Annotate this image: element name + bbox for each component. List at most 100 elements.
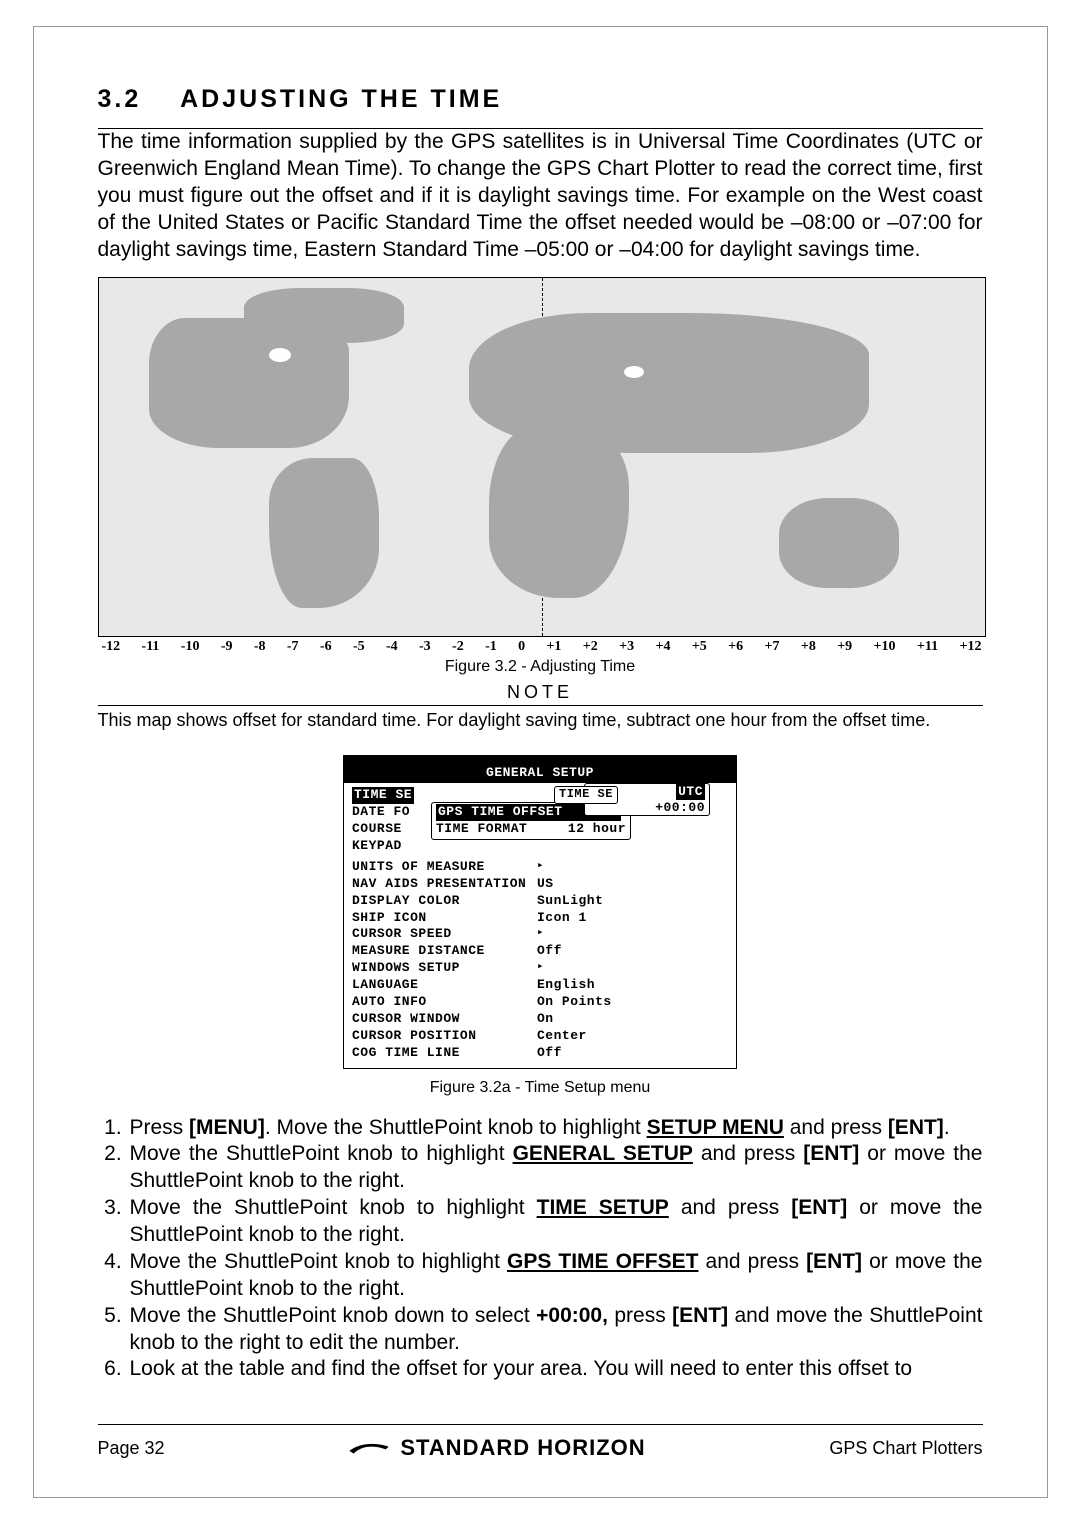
section-title: ADJUSTING THE TIME	[180, 85, 502, 113]
footer-rule	[98, 1424, 983, 1425]
axis-label: -9	[221, 639, 233, 655]
menu-row: UNITS OF MEASURE▸	[352, 859, 728, 876]
menu-key: COG TIME LINE	[352, 1045, 537, 1062]
menu-value: ▸	[537, 960, 728, 977]
step-text: and press	[693, 1142, 803, 1165]
axis-label: -2	[452, 639, 464, 655]
menu-row: CURSOR POSITIONCenter	[352, 1028, 728, 1045]
menu-key: DISPLAY COLOR	[352, 893, 537, 910]
menu-row: AUTO INFOOn Points	[352, 994, 728, 1011]
menu-row: CURSOR SPEED▸	[352, 926, 728, 943]
menu-value: SunLight	[537, 893, 728, 910]
note-rule	[98, 705, 983, 706]
step-term: GPS TIME OFFSET	[507, 1250, 698, 1273]
menu-key: AUTO INFO	[352, 994, 537, 1011]
axis-label: +2	[583, 639, 598, 655]
intro-paragraph: The time information supplied by the GPS…	[98, 129, 983, 263]
axis-label: +11	[917, 639, 938, 655]
menu-row: DISPLAY COLORSunLight	[352, 893, 728, 910]
popup-utc-label: UTC	[676, 784, 705, 800]
axis-label: 0	[518, 639, 525, 655]
step-key: [ENT]	[672, 1304, 728, 1327]
menu-key: WINDOWS SETUP	[352, 960, 537, 977]
menu-key: CURSOR WINDOW	[352, 1011, 537, 1028]
brand: STANDARD HORIZON	[348, 1435, 645, 1461]
axis-label: +6	[728, 639, 743, 655]
step-5: Move the ShuttlePoint knob down to selec…	[128, 1303, 983, 1357]
step-key: [ENT]	[888, 1116, 944, 1139]
section-heading: 3.2 ADJUSTING THE TIME	[98, 85, 983, 114]
menu-body: TIME SE UTC +00:00 TIME SE DATE FO COURS…	[344, 783, 736, 1067]
brand-text: STANDARD HORIZON	[400, 1435, 645, 1461]
menu-key: MEASURE DISTANCE	[352, 943, 537, 960]
popup-time-format-value: 12 hour	[556, 821, 626, 838]
menu-key: LANGUAGE	[352, 977, 537, 994]
step-text: Move the ShuttlePoint knob to highlight	[130, 1196, 537, 1219]
step-text: and press	[669, 1196, 791, 1219]
axis-label: +10	[874, 639, 896, 655]
axis-label: -8	[254, 639, 266, 655]
popup-time-se-label: TIME SE	[554, 786, 618, 804]
menu-value: On	[537, 1011, 728, 1028]
axis-label: -7	[287, 639, 299, 655]
axis-label: -1	[485, 639, 497, 655]
axis-label: +7	[765, 639, 780, 655]
axis-label: -11	[142, 639, 160, 655]
axis-label: +12	[959, 639, 981, 655]
note-text: This map shows offset for standard time.…	[98, 710, 983, 731]
steps-list: Press [MENU]. Move the ShuttlePoint knob…	[98, 1115, 983, 1384]
step-value: +00:00,	[536, 1304, 608, 1327]
axis-label: +9	[837, 639, 852, 655]
axis-label: +4	[655, 639, 670, 655]
step-text: Move the ShuttlePoint knob down to selec…	[130, 1304, 537, 1327]
continent-africa	[489, 428, 629, 598]
menu-value: Center	[537, 1028, 728, 1045]
axis-label: +8	[801, 639, 816, 655]
lake-1	[269, 348, 291, 362]
timezone-map	[98, 277, 986, 637]
step-6: Look at the table and find the offset fo…	[128, 1356, 983, 1383]
step-text: .	[944, 1116, 950, 1139]
menu-left-label: TIME SE	[352, 787, 414, 804]
step-key: [ENT]	[791, 1196, 847, 1219]
step-key: [MENU]	[189, 1116, 265, 1139]
menu-value: English	[537, 977, 728, 994]
menu-value: On Points	[537, 994, 728, 1011]
menu-value: Off	[537, 943, 728, 960]
menu-value: ▸	[537, 859, 728, 876]
menu-row: MEASURE DISTANCEOff	[352, 943, 728, 960]
menu-value: Off	[537, 1045, 728, 1062]
menu-key: UNITS OF MEASURE	[352, 859, 537, 876]
menu-key: CURSOR POSITION	[352, 1028, 537, 1045]
page: 3.2 ADJUSTING THE TIME The time informat…	[33, 26, 1048, 1498]
axis-label: -6	[320, 639, 332, 655]
axis-label: -3	[419, 639, 431, 655]
menu-row: SHIP ICONIcon 1	[352, 910, 728, 927]
step-text: and press	[784, 1116, 888, 1139]
figure-2-caption: Figure 3.2a - Time Setup menu	[98, 1079, 983, 1097]
popup-time-format: TIME FORMAT	[436, 821, 556, 838]
menu-row: NAV AIDS PRESENTATIONUS	[352, 876, 728, 893]
menu-row: COG TIME LINEOff	[352, 1045, 728, 1062]
menu-key: NAV AIDS PRESENTATION	[352, 876, 537, 893]
step-text: Press	[130, 1116, 190, 1139]
axis-label: +3	[619, 639, 634, 655]
note-label: NOTE	[98, 682, 983, 703]
step-term: TIME SETUP	[537, 1196, 669, 1219]
axis-label: -12	[102, 639, 121, 655]
step-2: Move the ShuttlePoint knob to highlight …	[128, 1141, 983, 1195]
continent-greenland	[244, 288, 404, 343]
menu-row: CURSOR WINDOWOn	[352, 1011, 728, 1028]
menu-row: WINDOWS SETUP▸	[352, 960, 728, 977]
axis-label: +1	[546, 639, 561, 655]
brand-swoosh-icon	[348, 1439, 390, 1457]
menu-screenshot: GENERAL SETUP TIME SE UTC +00:00 TIME SE…	[343, 755, 737, 1068]
axis-label: +5	[692, 639, 707, 655]
step-key: [ENT]	[806, 1250, 862, 1273]
figure-1-caption: Figure 3.2 - Adjusting Time	[98, 658, 983, 676]
step-term: GENERAL SETUP	[513, 1142, 693, 1165]
step-text: press	[608, 1304, 672, 1327]
menu-value: ▸	[537, 926, 728, 943]
step-1: Press [MENU]. Move the ShuttlePoint knob…	[128, 1115, 983, 1142]
menu-title: GENERAL SETUP	[344, 764, 736, 783]
